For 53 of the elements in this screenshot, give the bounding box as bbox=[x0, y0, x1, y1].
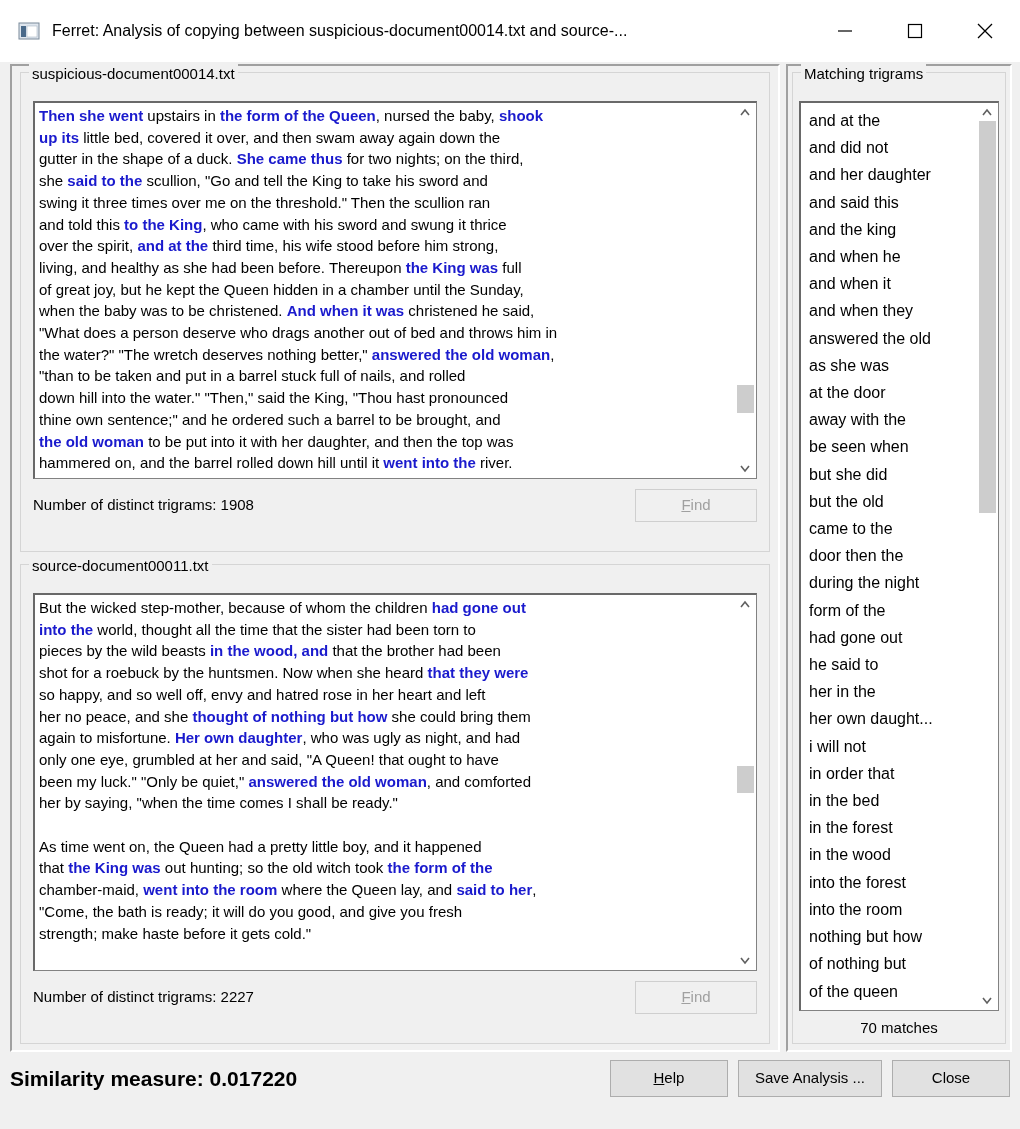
list-item[interactable]: as she was bbox=[809, 351, 968, 380]
list-item[interactable]: be seen when bbox=[809, 433, 968, 461]
trigram-count: Number of distinct trigrams: 1908 bbox=[33, 495, 254, 515]
app-icon bbox=[18, 22, 40, 40]
list-item[interactable]: of nothing but bbox=[809, 950, 968, 978]
list-item[interactable]: door then the bbox=[809, 542, 968, 570]
list-item[interactable]: into the room bbox=[809, 895, 968, 924]
list-item[interactable]: and her daughter bbox=[809, 161, 968, 189]
list-item[interactable]: and the king bbox=[809, 215, 968, 243]
list-item[interactable]: in the forest bbox=[809, 814, 968, 842]
list-item[interactable]: answered the old bbox=[809, 324, 968, 352]
list-item[interactable]: in order that bbox=[809, 759, 968, 788]
list-item[interactable]: during the night bbox=[809, 569, 968, 597]
scrollbar-thumb[interactable] bbox=[736, 385, 754, 413]
window-title: Ferret: Analysis of copying between suspicious-document00014.txt and source-... bbox=[52, 21, 629, 41]
list-item[interactable]: he said to bbox=[809, 651, 968, 679]
scrollbar-thumb[interactable] bbox=[736, 765, 754, 793]
list-item[interactable]: but the old bbox=[809, 487, 968, 516]
paragraph: As time went on, the Queen had a pretty little boy, and it happened that the King was out hunting; so the old witch took the form of the chamber-maid, went into the room where the Queen lay, and said to her, "Come, the bath is ready; it will do you good, and give you fresh strength; make haste before it gets cold." bbox=[39, 836, 538, 944]
text-area[interactable] bbox=[33, 593, 757, 971]
list-item[interactable]: in the bed bbox=[809, 787, 968, 815]
match-count: 70 matches bbox=[859, 1017, 939, 1038]
list-item[interactable]: into the forest bbox=[809, 868, 968, 896]
list-item[interactable]: in the wood bbox=[809, 841, 968, 869]
list-item[interactable]: form of the bbox=[809, 596, 968, 624]
list-item[interactable]: i will not bbox=[809, 732, 968, 760]
list-item[interactable]: nothing but how bbox=[809, 923, 968, 951]
list-item[interactable]: and when they bbox=[809, 297, 968, 325]
similarity-measure: Similarity measure: 0.017220 bbox=[10, 1065, 299, 1092]
paragraph: Then she went upstairs in the form of the Queen, nursed the baby, shook up its little bed, covered it over, and then swam away again down the gutter in the shape of a duck. She came thus for two nights; on the third, she said to the scullion, "Go and tell the King to take his sword and swing it three times over me on the threshold." Then the scullion ran and told this to the King, who came with his sword and swung it thrice over the spirit, and at the third time, his wife stood before him strong, living, and healthy as she had been before. Thereupon the King was full of great joy, but he kept the Queen hidden in a chamber until the Sunday, when the baby was to be christened. And when it was christened he said, "What does a person deserve who drags another out of bed and throws him in the water?" "The wretch deserves nothing better," answered the old woman, "than to be taken and put in a barrel stuck full of nails, and rolled down hill into the water." "Then," said the King, "Thou hast pronounced thine own sentence;" and he ordered such a barrel to be brought, and the old woman to be put into it with her daughter, and then the top was hammered on, and the barrel rolled down hill until it went into the river. bbox=[39, 106, 559, 474]
minimize-icon bbox=[838, 30, 852, 32]
list-item[interactable]: of the queen bbox=[809, 977, 968, 1005]
list-item[interactable]: away with the bbox=[809, 406, 968, 434]
scrollbar-thumb[interactable] bbox=[978, 121, 996, 513]
maximize-icon bbox=[905, 21, 925, 41]
list-item[interactable]: came to the bbox=[809, 515, 968, 543]
list-item[interactable]: and when he bbox=[809, 243, 968, 271]
button[interactable]: Close bbox=[892, 1060, 1010, 1097]
paragraph: But the wicked step-mother, because of whom the children had gone out into the world, thought all the time that the sister had been torn to pieces by the wild beasts in the wood, and that the brother had been shot for a roebuck by the huntsmen. Now when she heard that they were so happy, and so well off, envy and hatred rose in her heart and left her no peace, and she thought of nothing but how she could bring them again to misfortune. Her own daughter, who was ugly as night, and had only one eye, grumbled at her and said, "A Queen! that ought to have been my luck." "Only be quiet," answered the old woman, and comforted her by saying, "when the time comes I shall be ready." bbox=[39, 598, 533, 814]
trigram-count: Number of distinct trigrams: 2227 bbox=[33, 987, 254, 1007]
text-area[interactable] bbox=[33, 101, 757, 479]
list-item[interactable]: and when it bbox=[809, 270, 968, 298]
list-item[interactable]: and did not bbox=[809, 134, 968, 162]
list-item[interactable]: and at the bbox=[809, 107, 968, 135]
list-item[interactable]: her own daught... bbox=[809, 705, 968, 733]
list-item[interactable]: and said this bbox=[809, 188, 968, 216]
close-icon bbox=[975, 21, 995, 41]
list-item[interactable]: had gone out bbox=[809, 623, 968, 652]
list-item[interactable]: but she did bbox=[809, 460, 968, 488]
button[interactable]: Save Analysis ... bbox=[737, 1060, 882, 1097]
list-item[interactable]: at the door bbox=[809, 379, 968, 407]
button[interactable]: Help bbox=[609, 1060, 728, 1097]
list-item[interactable]: her in the bbox=[809, 678, 968, 706]
